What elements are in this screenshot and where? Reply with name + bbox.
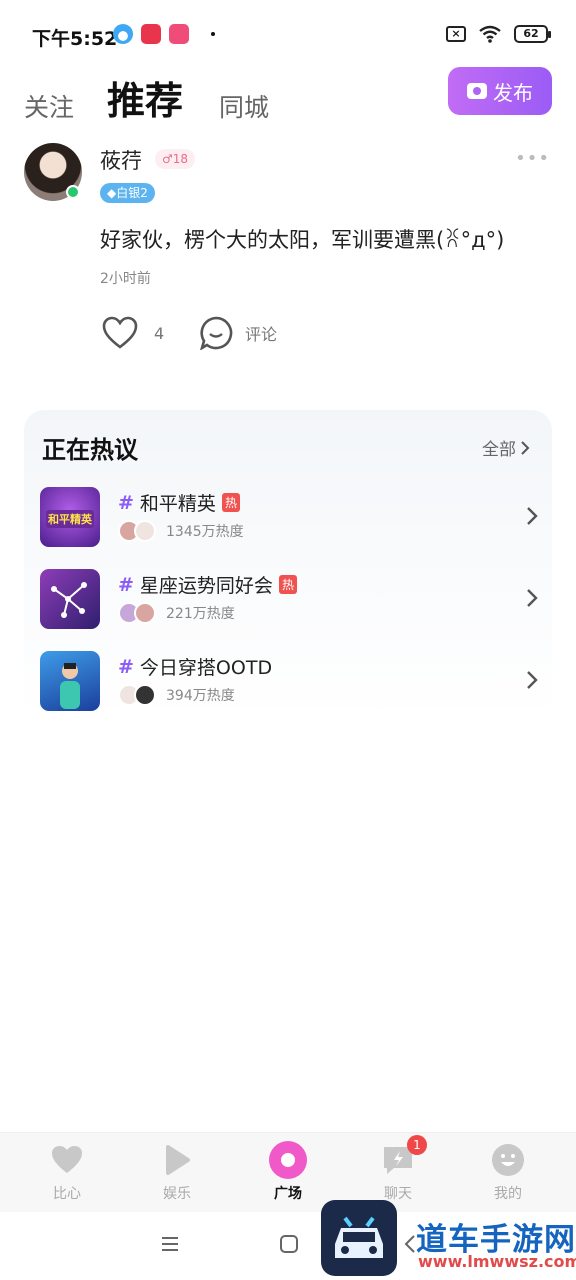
nav-label: 娱乐 [163,1186,191,1202]
post-text: 好家伙，楞个大的太阳，军训要遭黑(ꐦ°д°) [100,228,505,252]
watermark-url: www.lmwwsz.com [418,1252,576,1271]
topic-item[interactable]: # 星座运势同好会 热 221万热度 [40,569,540,631]
hashtag-icon: # [118,655,134,678]
feed-tabs: 关注 推荐 同城 发布 [0,62,576,132]
chevron-right-icon [527,671,538,689]
topic-thumbnail: 和平精英 [40,487,100,547]
topic-title: # 今日穿搭OOTD [118,653,272,680]
heat-count: 394万热度 [166,688,235,704]
topic-item[interactable]: # 今日穿搭OOTD 394万热度 [40,651,540,713]
app-notification-icon [141,24,161,44]
tab-recommend[interactable]: 推荐 [107,70,183,125]
username[interactable]: 莜荇 [100,145,142,175]
app-notification-icon [169,24,189,44]
hot-discussion-card: 正在热议 全部 和平精英 # 和平精英 热 1345万热度 # 星座运势同好会 … [24,410,552,720]
more-options-icon[interactable]: ••• [515,148,550,169]
post-time: 2小时前 [100,271,151,287]
participant-avatars: 221万热度 [118,602,235,624]
status-indicators: × 62 [446,25,551,43]
home-icon[interactable] [279,1234,299,1254]
nav-item-square[interactable]: 广场 [243,1140,333,1203]
profile-face-icon [491,1143,525,1177]
chevron-right-icon [527,589,538,607]
level-badge: ◆白银2 [100,183,155,203]
thumbnail-logo-text: 和平精英 [46,510,94,528]
hot-badge: 热 [278,575,297,594]
nav-label: 比心 [53,1186,81,1202]
constellation-icon [51,582,87,618]
heat-count: 1345万热度 [166,524,244,540]
bottom-navigation: 比心 娱乐 广场 1 聊天 我的 [0,1132,576,1212]
nav-item-chat[interactable]: 1 聊天 [353,1135,443,1203]
no-sim-icon: × [446,26,466,42]
participant-avatars: 394万热度 [118,684,235,706]
status-app-icons [113,24,215,44]
like-count: 4 [154,323,165,343]
app-notification-icon [113,24,133,44]
nav-item-entertainment[interactable]: 娱乐 [132,1143,222,1203]
topic-name: 今日穿搭OOTD [139,657,273,679]
nav-label: 广场 [274,1186,302,1202]
hashtag-icon: # [118,573,134,596]
feed-post: 莜荇 ♂18 ◆白银2 ••• 好家伙，楞个大的太阳，军训要遭黑(ꐦ°д°) 2… [0,140,576,380]
fashion-figure-icon [60,663,80,709]
comment-label: 评论 [245,325,278,344]
status-time: 下午5:52 [32,28,118,50]
chevron-right-icon [521,440,530,455]
nav-label: 我的 [494,1186,522,1202]
back-icon[interactable] [403,1234,417,1254]
hashtag-icon: # [118,491,134,514]
gender-age-badge: ♂18 [155,149,196,169]
car-logo-icon [335,1216,383,1258]
publish-button[interactable]: 发布 [448,67,552,115]
view-all-label: 全部 [482,440,516,460]
square-circle-icon [268,1140,308,1180]
avatar [134,602,156,624]
unread-badge: 1 [407,1135,427,1155]
topic-thumbnail [40,569,100,629]
watermark-logo [321,1200,397,1276]
avatar [134,520,156,542]
participant-avatars: 1345万热度 [118,520,244,542]
avatar [134,684,156,706]
tab-city[interactable]: 同城 [219,88,269,124]
wifi-icon [479,25,501,43]
heat-count: 221万热度 [166,606,235,622]
publish-label: 发布 [493,80,533,105]
status-bar: 下午5:52 × 62 [0,0,576,70]
comment-button[interactable]: 评论 [199,316,277,350]
nav-item-me[interactable]: 我的 [463,1143,553,1203]
hot-section-title: 正在热议 [42,436,138,464]
topic-name: 和平精英 [139,493,216,515]
topic-item[interactable]: 和平精英 # 和平精英 热 1345万热度 [40,487,540,549]
like-button[interactable]: 4 [102,316,164,350]
menu-icon[interactable] [160,1234,180,1254]
online-status-dot [66,185,80,199]
more-notifications-dot-icon [211,32,215,36]
camera-icon [467,83,487,99]
heart-icon [102,316,138,349]
tab-follow[interactable]: 关注 [24,88,74,124]
chevron-right-icon [527,507,538,525]
hot-badge: 热 [221,493,240,512]
heart-icon [50,1143,84,1177]
topic-thumbnail [40,651,100,711]
chat-icon: 1 [381,1135,427,1177]
play-icon [160,1143,194,1177]
topic-name: 星座运势同好会 [139,575,273,597]
nav-item-bixin[interactable]: 比心 [22,1143,112,1203]
view-all-link[interactable]: 全部 [482,435,530,460]
topic-title: # 和平精英 热 [118,489,240,516]
battery-icon: 62 [514,25,551,43]
comment-icon [200,316,233,350]
topic-title: # 星座运势同好会 热 [118,571,297,598]
